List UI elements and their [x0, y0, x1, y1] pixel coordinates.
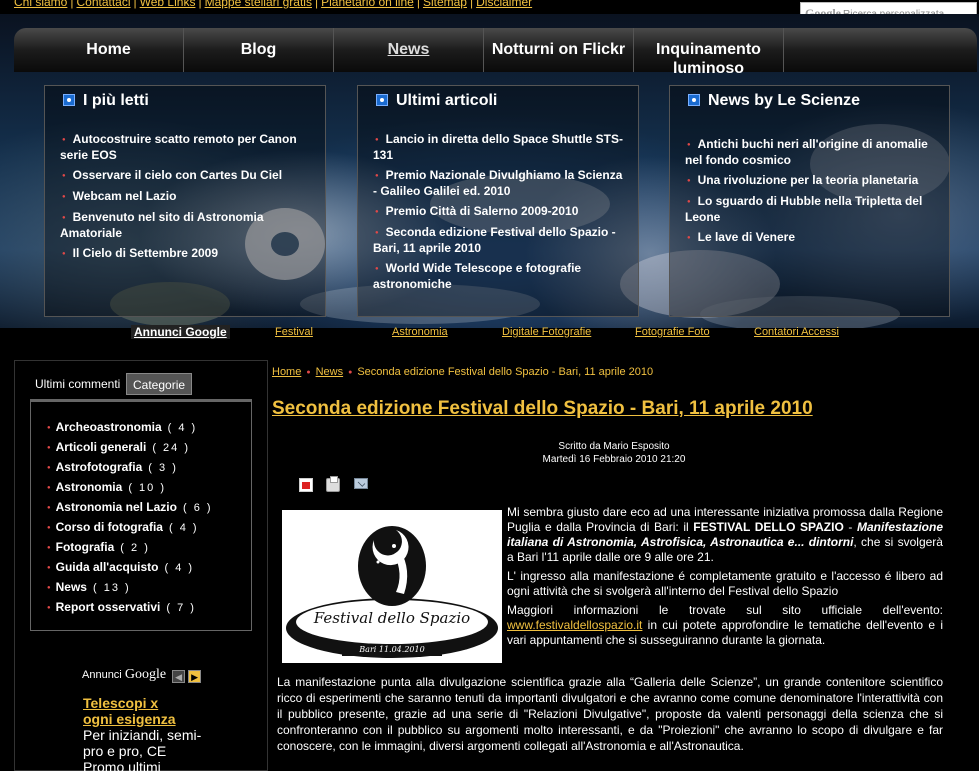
article-author: Scritto da Mario Esposito: [558, 441, 670, 452]
ad-link-fotografie-foto[interactable]: Fotografie Foto: [635, 326, 710, 338]
category-item[interactable]: Corso di fotografia( 4 ): [55, 520, 213, 540]
category-item[interactable]: Articoli generali( 24 ): [55, 440, 213, 460]
article-date: Martedì 16 Febbraio 2010 21:20: [542, 454, 686, 465]
nav-home[interactable]: Home: [34, 28, 184, 72]
breadcrumb-separator-icon: ●: [348, 369, 353, 376]
logo-wordmark: Festival dello Spazio: [313, 609, 471, 627]
panel-ultimi-articoli: Ultimi articoli Lancio in diretta dello …: [357, 85, 639, 317]
breadcrumb-home[interactable]: Home: [272, 366, 301, 378]
top-link-disclaimer[interactable]: Disclaimer: [476, 0, 532, 9]
nav-news[interactable]: News: [334, 28, 484, 72]
main-nav: Home Blog News Notturni on Flickr Inquin…: [14, 28, 977, 77]
panel-piu-letti: I più letti Autocostruire scatto remoto …: [44, 85, 326, 317]
list-item[interactable]: Il Cielo di Settembre 2009: [60, 246, 313, 262]
breadcrumb: Home ● News ● Seconda edizione Festival dell…: [272, 366, 653, 378]
top-link-mappe[interactable]: Mappe stellari gratis: [205, 0, 312, 9]
panel-title: I più letti: [63, 92, 149, 110]
list-item[interactable]: World Wide Telescope e fotografie astron…: [373, 261, 626, 292]
email-icon[interactable]: [353, 478, 368, 490]
left-sidebar: Ultimi commenti Categorie Archeoastronom…: [14, 360, 268, 771]
panel-news-le-scienze: News by Le Scienze Antichi buchi neri al…: [669, 85, 950, 317]
ad-link-contatori-accessi[interactable]: Contatori Accessi: [754, 326, 839, 338]
ad-link-astronomia[interactable]: Astronomia: [392, 326, 448, 338]
category-item[interactable]: Astrofotografia( 3 ): [55, 460, 213, 480]
box-bullet-icon: [63, 94, 75, 106]
google-ad-links: Annunci Google Festival Astronomia Digit…: [0, 325, 979, 341]
category-item[interactable]: News( 13 ): [55, 580, 213, 600]
article-intro: Mi sembra giusto dare eco ad una interes…: [507, 505, 943, 652]
latest-articles-list: Lancio in diretta dello Space Shuttle ST…: [373, 132, 626, 297]
le-scienze-news-list: Antichi buchi neri all'origine di anomal…: [685, 137, 937, 251]
pdf-icon[interactable]: [299, 477, 313, 492]
nav-inquinamento-luminoso[interactable]: Inquinamento luminoso: [634, 28, 784, 77]
separator: |: [314, 0, 319, 9]
list-item[interactable]: Una rivoluzione per la teoria planetaria: [685, 173, 937, 189]
festival-website-link[interactable]: www.festivaldellospazio.it: [507, 618, 642, 632]
article-paragraph: L' ingresso alla manifestazione é comple…: [507, 569, 943, 598]
category-item[interactable]: Fotografia( 2 ): [55, 540, 213, 560]
list-item[interactable]: Premio Città di Salerno 2009-2010: [373, 204, 626, 220]
separator: |: [133, 0, 137, 9]
box-bullet-icon: [376, 94, 388, 106]
top-link-chi-siamo[interactable]: Chi siamo: [14, 0, 67, 9]
ad-text: Per iniziandi, semi-pro e pro, CE Promo …: [83, 727, 202, 771]
nav-blog[interactable]: Blog: [184, 28, 334, 72]
next-ad-icon[interactable]: ▶: [188, 670, 202, 683]
top-link-contattaci[interactable]: Contattaci: [76, 0, 130, 9]
article-byline: Scritto da Mario Esposito Martedì 16 Feb…: [280, 440, 948, 466]
category-item[interactable]: Guida all'acquisto( 4 ): [55, 560, 213, 580]
tab-categorie[interactable]: Categorie: [126, 373, 193, 395]
list-item[interactable]: Antichi buchi neri all'origine di anomal…: [685, 137, 937, 168]
article-paragraph: Mi sembra giusto dare eco ad una interes…: [507, 505, 943, 564]
top-link-web-links[interactable]: Web Links: [140, 0, 196, 9]
category-list: Archeoastronomia( 4 ) Articoli generali(…: [55, 420, 213, 620]
most-read-list: Autocostruire scatto remoto per Canon se…: [60, 132, 313, 267]
list-item[interactable]: Osservare il cielo con Cartes Du Ciel: [60, 168, 313, 184]
ad-link-festival[interactable]: Festival: [275, 326, 313, 338]
article-paragraph: Maggiori informazioni le trovate sul sit…: [507, 603, 943, 647]
list-item[interactable]: Le lave di Venere: [685, 230, 937, 246]
article-tools: [299, 475, 377, 492]
top-link-sitemap[interactable]: Sitemap: [423, 0, 467, 9]
breadcrumb-separator-icon: ●: [306, 369, 311, 376]
list-item[interactable]: Benvenuto nel sito di Astronomia Amatori…: [60, 210, 313, 241]
prev-ad-icon[interactable]: ◀: [172, 670, 186, 683]
panel-title: Ultimi articoli: [376, 92, 497, 110]
categories-box: Archeoastronomia( 4 ) Articoli generali(…: [30, 399, 252, 631]
list-item[interactable]: Lo sguardo di Hubble nella Tripletta del…: [685, 194, 937, 225]
separator: |: [70, 0, 74, 9]
festival-logo-image: Festival dello Spazio Bari 11.04.2010: [282, 510, 502, 663]
list-item[interactable]: Webcam nel Lazio: [60, 189, 313, 205]
ad-title-link[interactable]: Telescopi x ogni esigenza: [83, 695, 176, 727]
tab-ultimi-commenti[interactable]: Ultimi commenti: [29, 373, 126, 395]
list-item[interactable]: Autocostruire scatto remoto per Canon se…: [60, 132, 313, 163]
top-links-bar: Chi siamo | Contattaci | Web Links | Mappe ste…: [14, 0, 532, 9]
category-item[interactable]: Astronomia( 10 ): [55, 480, 213, 500]
breadcrumb-news[interactable]: News: [316, 366, 344, 378]
category-item[interactable]: Archeoastronomia( 4 ): [55, 420, 213, 440]
breadcrumb-current: Seconda edizione Festival dello Spazio -…: [357, 366, 654, 378]
separator: |: [416, 0, 420, 9]
separator: |: [198, 0, 202, 9]
header-earth-banner: Home Blog News Notturni on Flickr Inquin…: [0, 14, 979, 328]
category-item[interactable]: Report osservativi( 7 ): [55, 600, 213, 620]
google-ads-label[interactable]: Annunci Google: [131, 325, 230, 339]
list-item[interactable]: Lancio in diretta dello Space Shuttle ST…: [373, 132, 626, 163]
ads-label: Annunci: [82, 669, 122, 681]
list-item[interactable]: Seconda edizione Festival dello Spazio -…: [373, 225, 626, 256]
google-ad-header: Annunci Google ◀ ▶: [82, 667, 202, 683]
category-item[interactable]: Astronomia nel Lazio( 6 ): [55, 500, 213, 520]
list-item[interactable]: Premio Nazionale Divulghiamo la Scienza …: [373, 168, 626, 199]
article-title[interactable]: Seconda edizione Festival dello Spazio -…: [272, 398, 813, 420]
ad-link-digitale-fotografie[interactable]: Digitale Fotografie: [502, 326, 591, 338]
nav-notturni-flickr[interactable]: Notturni on Flickr: [484, 28, 634, 72]
panel-title: News by Le Scienze: [688, 92, 860, 110]
box-bullet-icon: [688, 94, 700, 106]
print-icon[interactable]: [326, 475, 341, 492]
logo-date: Bari 11.04.2010: [359, 645, 425, 654]
top-link-planetario[interactable]: Planetario on line: [321, 0, 414, 9]
article-paragraph: La manifestazione punta alla divulgazion…: [277, 675, 943, 753]
google-wordmark: Google: [124, 667, 167, 682]
separator: |: [469, 0, 474, 9]
